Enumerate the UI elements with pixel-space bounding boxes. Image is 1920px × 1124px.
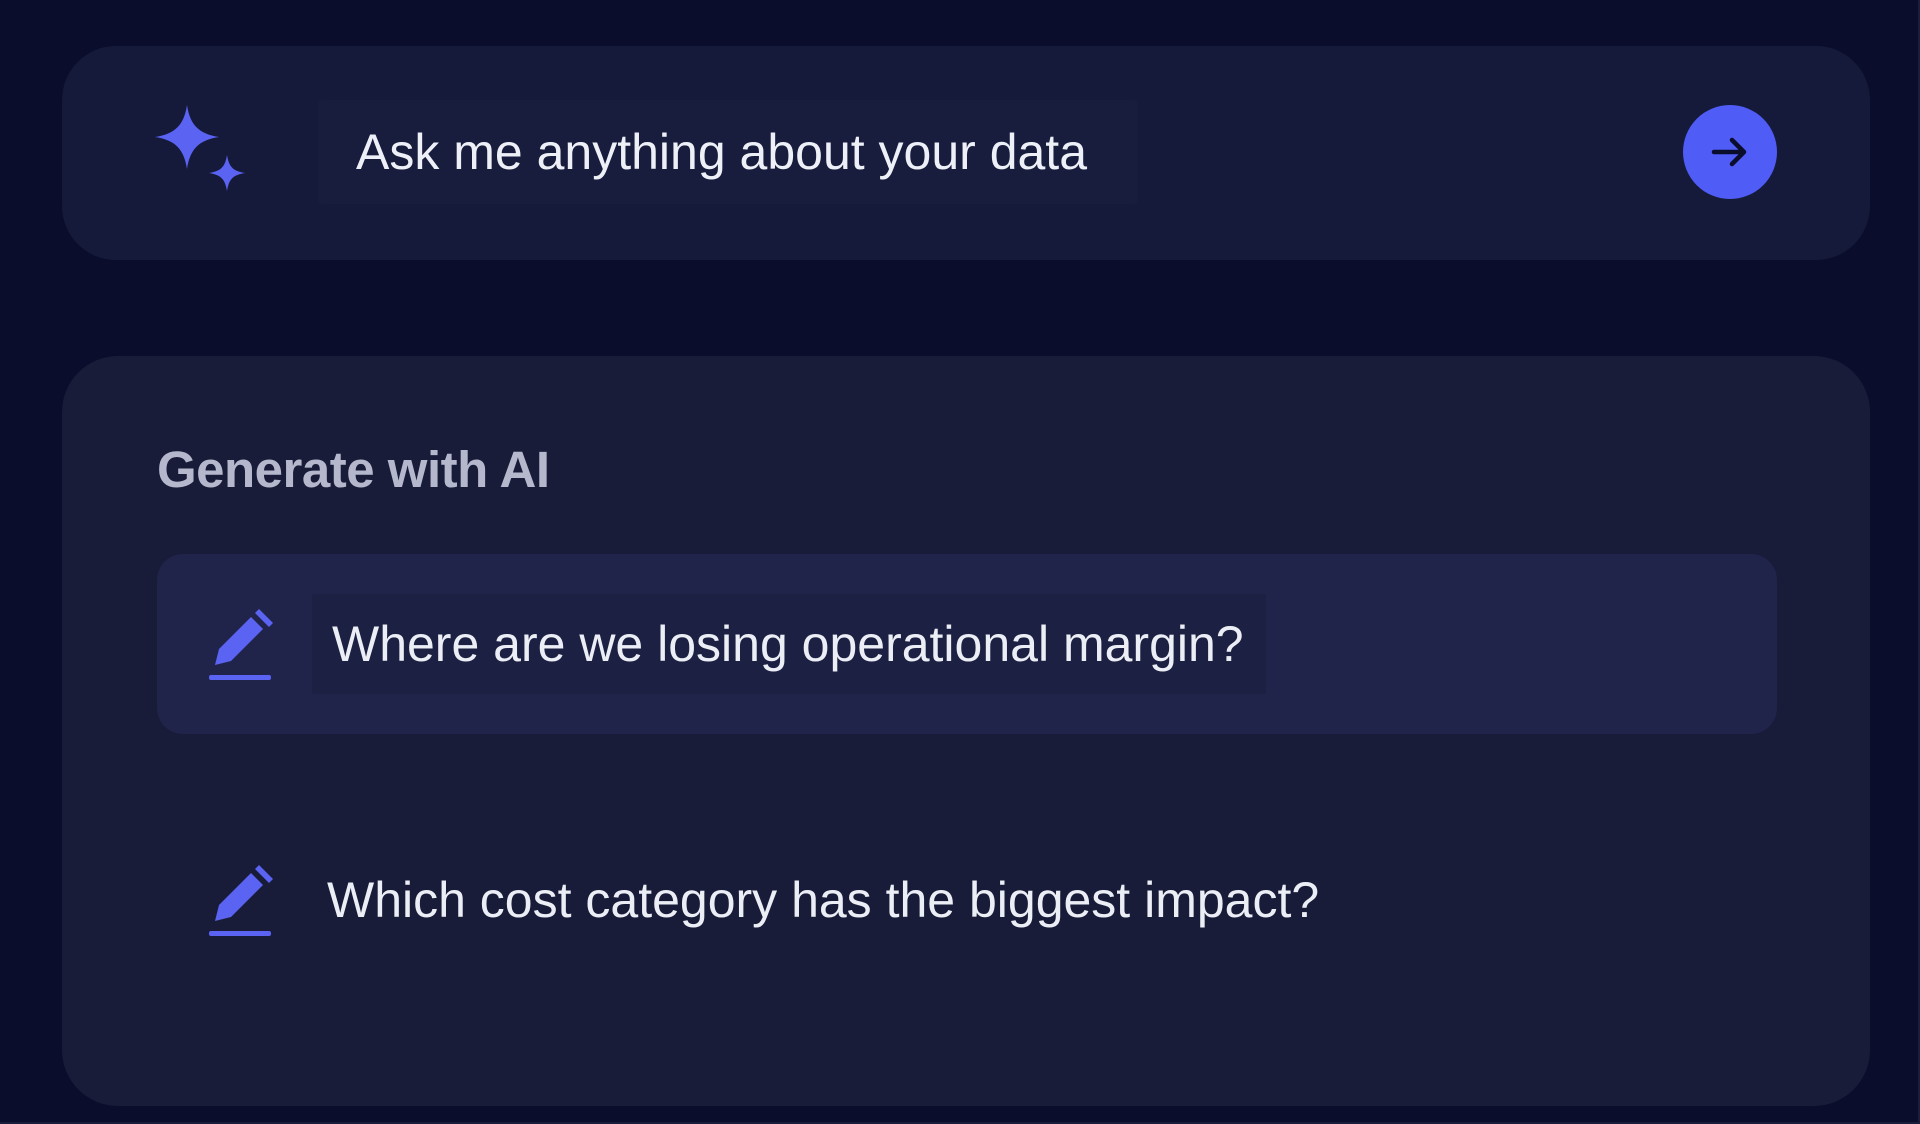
suggestion-item[interactable]: Where are we losing operational margin?: [157, 554, 1777, 734]
app-frame: Generate with AI Where are we losing ope…: [0, 0, 1920, 1124]
arrow-right-icon: [1711, 137, 1747, 167]
ask-input[interactable]: [318, 100, 1138, 204]
suggestion-label: Where are we losing operational margin?: [312, 594, 1266, 694]
pencil-icon: [209, 865, 273, 936]
suggestion-item[interactable]: Which cost category has the biggest impa…: [157, 810, 1777, 990]
sparkle-icon: [155, 105, 245, 191]
generate-title: Generate with AI: [157, 441, 550, 498]
pencil-icon: [209, 609, 273, 680]
suggestion-label: Which cost category has the biggest impa…: [327, 872, 1320, 928]
send-button[interactable]: [1683, 105, 1777, 199]
